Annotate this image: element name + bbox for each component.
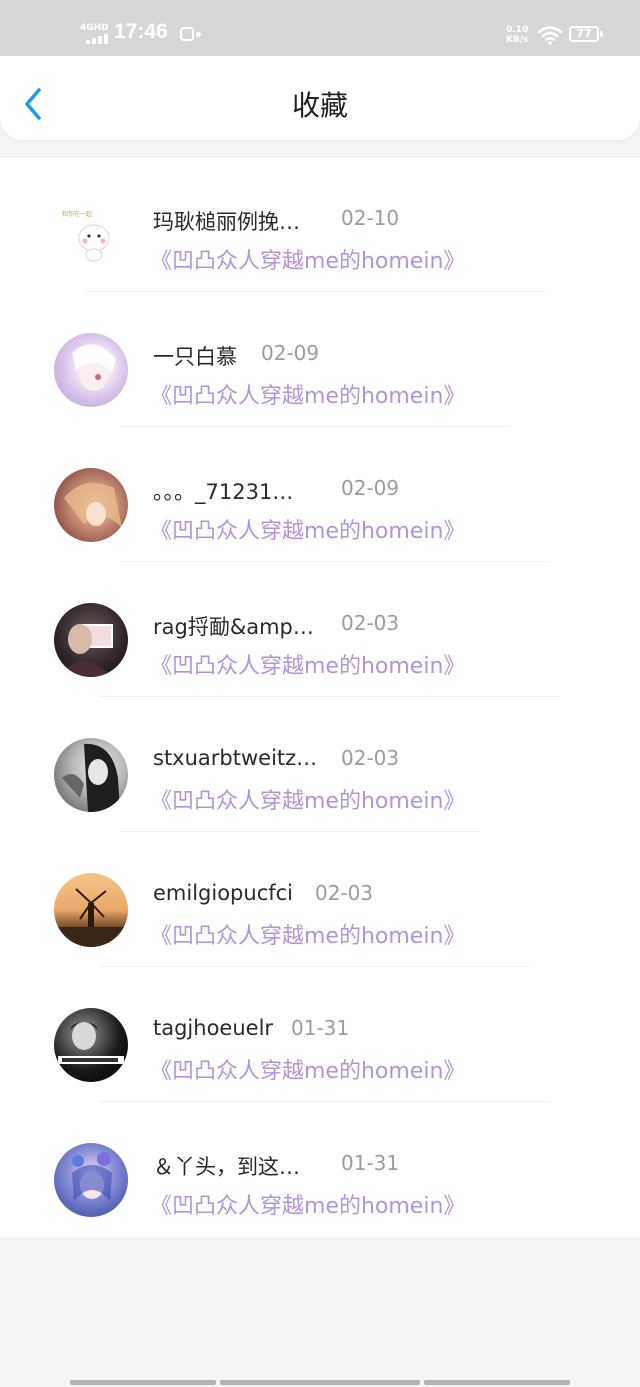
- book-title-link[interactable]: 《凹凸众人穿越me的homein》: [150, 243, 465, 275]
- speed-value: 0.10: [506, 25, 529, 35]
- favorite-date: 02-03: [341, 611, 400, 635]
- favorite-item[interactable]: emilgiopucfci 02-03 《凹凸众人穿越me的homein》: [0, 833, 640, 968]
- divider: [120, 831, 480, 832]
- book-title-link[interactable]: 《凹凸众人穿越me的homein》: [150, 783, 465, 815]
- battery-icon: 77: [569, 26, 599, 42]
- book-title-link[interactable]: 《凹凸众人穿越me的homein》: [150, 648, 465, 680]
- book-title-link[interactable]: 《凹凸众人穿越me的homein》: [150, 378, 465, 410]
- avatar: [54, 873, 128, 947]
- favorite-date: 02-10: [341, 206, 400, 230]
- favorite-date: 02-03: [341, 746, 400, 770]
- speed-unit: KB/s: [506, 35, 529, 45]
- favorite-item[interactable]: stxuarbtweitz… 02-03 《凹凸众人穿越me的homein》: [0, 698, 640, 833]
- favorite-date: 02-09: [341, 476, 400, 500]
- favorite-item[interactable]: ＆丫头，到这… 01-31 《凹凸众人穿越me的homein》: [0, 1103, 640, 1238]
- user-name: 玛耿槌丽例挽…: [153, 210, 300, 234]
- favorites-list: 和你在一起 玛耿槌丽例挽… 02-10 《凹凸众人穿越me的homein》 一只…: [0, 158, 640, 1237]
- wifi-icon: [538, 26, 562, 45]
- favorite-date: 02-09: [261, 341, 320, 365]
- home-indicator-segment: [424, 1380, 570, 1385]
- favorite-item[interactable]: tagjhoeuelr 01-31 《凹凸众人穿越me的homein》: [0, 968, 640, 1103]
- page-title: 收藏: [291, 89, 348, 122]
- divider: [100, 966, 530, 967]
- book-title-link[interactable]: 《凹凸众人穿越me的homein》: [150, 513, 465, 545]
- avatar: [54, 468, 128, 542]
- nav-header: 收藏: [0, 56, 640, 140]
- notification-dot-icon: [196, 32, 201, 37]
- svg-text:和你在一起: 和你在一起: [62, 210, 92, 218]
- avatar: [54, 1008, 128, 1082]
- divider: [85, 291, 545, 292]
- book-title-link[interactable]: 《凹凸众人穿越me的homein》: [150, 1053, 465, 1085]
- home-indicator-segment: [220, 1380, 420, 1385]
- favorite-item[interactable]: 一只白慕 02-09 《凹凸众人穿越me的homein》: [0, 293, 640, 428]
- user-name: ＆丫头，到这…: [153, 1155, 300, 1179]
- user-name: tagjhoeuelr: [153, 1016, 274, 1040]
- status-bar: 4GHD 17:46 0.10 KB/s 77: [0, 0, 640, 60]
- user-name: 一只白慕: [153, 345, 237, 369]
- book-title-link[interactable]: 《凹凸众人穿越me的homein》: [150, 1188, 465, 1220]
- user-name: 。。。_71231…: [153, 480, 294, 504]
- book-title-link[interactable]: 《凹凸众人穿越me的homein》: [150, 918, 465, 950]
- avatar: [54, 1143, 128, 1217]
- clock: 17:46: [114, 20, 168, 43]
- network-type: 4GHD: [80, 23, 109, 33]
- avatar: [54, 333, 128, 407]
- signal-icon: [86, 34, 108, 44]
- favorite-item[interactable]: 和你在一起 玛耿槌丽例挽… 02-10 《凹凸众人穿越me的homein》: [0, 158, 640, 293]
- network-speed: 0.10 KB/s: [506, 25, 528, 45]
- favorite-item[interactable]: rag捋勔&amp… 02-03 《凹凸众人穿越me的homein》: [0, 563, 640, 698]
- avatar: [54, 738, 128, 812]
- user-name: rag捋勔&amp…: [153, 615, 314, 639]
- divider: [100, 1101, 550, 1102]
- favorite-date: 02-03: [315, 881, 374, 905]
- divider: [100, 696, 560, 697]
- favorite-item[interactable]: 。。。_71231… 02-09 《凹凸众人穿越me的homein》: [0, 428, 640, 563]
- app-notification-icon: [180, 27, 194, 41]
- divider: [120, 426, 510, 427]
- favorite-date: 01-31: [291, 1016, 350, 1040]
- home-indicator-segment: [70, 1380, 216, 1385]
- avatar: 和你在一起: [54, 198, 128, 272]
- battery-tip: [600, 31, 603, 37]
- favorite-date: 01-31: [341, 1151, 400, 1175]
- avatar: [54, 603, 128, 677]
- divider: [120, 561, 550, 562]
- user-name: emilgiopucfci: [153, 881, 294, 905]
- user-name: stxuarbtweitz…: [153, 746, 318, 770]
